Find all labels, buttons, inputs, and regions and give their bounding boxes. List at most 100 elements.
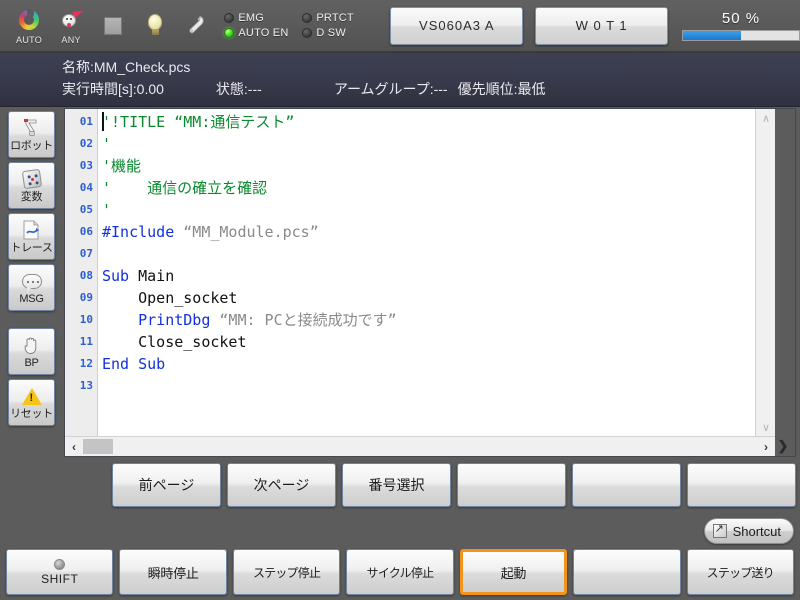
function-button-5[interactable] [572, 463, 681, 507]
led-emg: EMG [224, 12, 302, 24]
start-label: 起動 [500, 565, 527, 581]
sidebar-label-trace: トレース [10, 242, 53, 254]
step-stop-button[interactable]: ステップ停止 [232, 549, 341, 595]
speed-progress-track[interactable] [682, 30, 800, 41]
editor-vertical-scrollbar[interactable]: ∧ ∨ [755, 109, 775, 436]
sidebar-item-reset[interactable]: リセット [8, 379, 55, 426]
sidebar-label-bp: BP [24, 357, 39, 369]
prev-page-button[interactable]: 前ページ [112, 463, 221, 507]
editor-horizontal-scrollbar[interactable]: ‹ › [65, 436, 775, 456]
code-line[interactable]: End Sub [98, 353, 775, 375]
top-toolbar: AUTO ANY EMG PRTCT AUTO EN D SW VS060A3 … [0, 0, 800, 53]
scroll-left-icon[interactable]: ‹ [65, 437, 83, 456]
code-line[interactable]: ' [98, 133, 775, 155]
code-token: ' [102, 201, 112, 219]
code-token: End Sub [102, 355, 166, 373]
lamp-icon[interactable] [134, 2, 176, 50]
sidebar-label-variable: 変数 [20, 191, 43, 203]
instant-stop-label: 瞬時停止 [147, 565, 199, 581]
editor-expand-arrow-icon[interactable]: ❯ [773, 436, 793, 455]
code-line[interactable]: Open_socket [98, 287, 775, 309]
bottom-button-6[interactable] [573, 549, 681, 595]
scroll-up-icon[interactable]: ∧ [756, 109, 775, 127]
speed-value-label: 50 % [721, 10, 761, 27]
hand-breakpoint-icon [23, 334, 41, 356]
shortcut-label: Shortcut [732, 523, 781, 539]
d-sw-led-indicator [302, 28, 313, 38]
select-number-button[interactable]: 番号選択 [342, 463, 451, 507]
stop-square-glyph [104, 12, 123, 39]
priority-label: 優先順位:最低 [457, 81, 546, 97]
horizontal-scroll-thumb[interactable] [83, 439, 113, 454]
code-line[interactable]: #Include “MM_Module.pcs” [98, 221, 775, 243]
function-button-6[interactable] [687, 463, 796, 507]
sidebar-item-trace[interactable]: トレース [8, 213, 55, 260]
code-line[interactable]: PrintDbg “MM: PCと接続成功です” [98, 309, 775, 331]
sidebar-item-msg[interactable]: MSG [8, 264, 55, 311]
stop-square-icon[interactable] [92, 2, 134, 50]
robot-icon [23, 117, 41, 139]
code-line[interactable] [98, 243, 775, 265]
led-row-bottom: AUTO EN D SW [224, 27, 380, 39]
led-row-top: EMG PRTCT [224, 12, 380, 24]
prtct-led-label: PRTCT [316, 12, 354, 24]
shift-button[interactable]: SHIFT [6, 549, 114, 595]
tool-coordinate-button[interactable]: W 0 T 1 [535, 6, 669, 45]
speed-indicator[interactable]: 50 % [682, 6, 800, 46]
code-token: Main [138, 267, 175, 285]
status-led-group: EMG PRTCT AUTO EN D SW [224, 2, 380, 50]
instant-stop-button[interactable]: 瞬時停止 [119, 549, 227, 595]
line-number: 11 [79, 335, 93, 348]
sidebar-item-robot[interactable]: ロボット [8, 111, 55, 158]
led-auto-en: AUTO EN [224, 27, 302, 39]
speed-progress-fill [683, 31, 742, 40]
step-forward-button[interactable]: ステップ送り [686, 549, 794, 595]
arm-group-label: アームグループ:--- [333, 81, 448, 97]
code-editor[interactable]: 01 02 03 04 05 06 07 08 09 10 11 12 13 '!TITLE “MM:通… [65, 109, 775, 436]
code-token: ' 通信の確立を確認 [102, 179, 268, 197]
shortcut-arrow-icon [712, 522, 727, 538]
sidebar-label-msg: MSG [19, 293, 44, 305]
exec-time-label: 実行時間[s]:0.00 [62, 81, 164, 97]
code-line[interactable]: '機能 [98, 155, 775, 177]
warning-triangle-icon [21, 385, 42, 407]
teach-pendant-screen: AUTO ANY EMG PRTCT AUTO EN D SW VS060A3 … [0, 0, 800, 600]
shortcut-button[interactable]: Shortcut [703, 518, 794, 544]
line-number: 09 [79, 291, 93, 304]
code-line[interactable]: Sub Main [98, 265, 775, 287]
code-line[interactable]: Close_socket [98, 331, 775, 353]
next-page-button[interactable]: 次ページ [227, 463, 336, 507]
led-d-sw: D SW [302, 27, 380, 39]
line-number: 07 [79, 247, 93, 260]
code-line[interactable]: ' [98, 199, 775, 221]
code-line[interactable]: '!TITLE “MM:通信テスト” [98, 111, 775, 133]
program-status-line: 実行時間[s]:0.00 状態:--- アームグループ:--- 優先順位:最低 [62, 79, 545, 99]
auto-mode-label: AUTO [16, 34, 43, 45]
any-mode-icon[interactable]: ANY [50, 2, 92, 50]
scroll-down-icon[interactable]: ∨ [756, 418, 775, 436]
code-token: Open_socket [102, 289, 238, 307]
sidebar-item-variable[interactable]: 変数 [8, 162, 55, 209]
auto-swirl-glyph [19, 7, 40, 34]
variable-dice-icon [21, 168, 42, 190]
robot-model-button[interactable]: VS060A3 A [390, 6, 524, 45]
code-token: '機能 [102, 157, 142, 175]
shift-led-icon [54, 558, 66, 570]
function-button-4[interactable] [457, 463, 566, 507]
emg-led-indicator [224, 13, 235, 23]
line-number: 05 [79, 203, 93, 216]
code-line[interactable]: ' 通信の確立を確認 [98, 177, 775, 199]
auto-mode-icon[interactable]: AUTO [8, 2, 50, 50]
cycle-stop-button[interactable]: サイクル停止 [346, 549, 454, 595]
bottom-button-row: SHIFT 瞬時停止 ステップ停止 サイクル停止 起動 ステップ送り [6, 549, 794, 595]
sidebar-item-bp[interactable]: BP [8, 328, 55, 375]
code-line[interactable] [98, 375, 775, 397]
wrench-glyph [187, 12, 207, 39]
auto-en-led-label: AUTO EN [238, 27, 289, 39]
line-number: 04 [79, 181, 93, 194]
text-caret [102, 112, 104, 131]
code-text-area[interactable]: '!TITLE “MM:通信テスト” ' '機能 ' 通信の確立を確認 ' #Includ… [98, 109, 775, 436]
wrench-icon[interactable] [176, 2, 218, 50]
program-info-header: 名称:MM_Check.pcs 実行時間[s]:0.00 状態:--- アームグルー… [0, 53, 800, 107]
start-button[interactable]: 起動 [459, 549, 568, 595]
